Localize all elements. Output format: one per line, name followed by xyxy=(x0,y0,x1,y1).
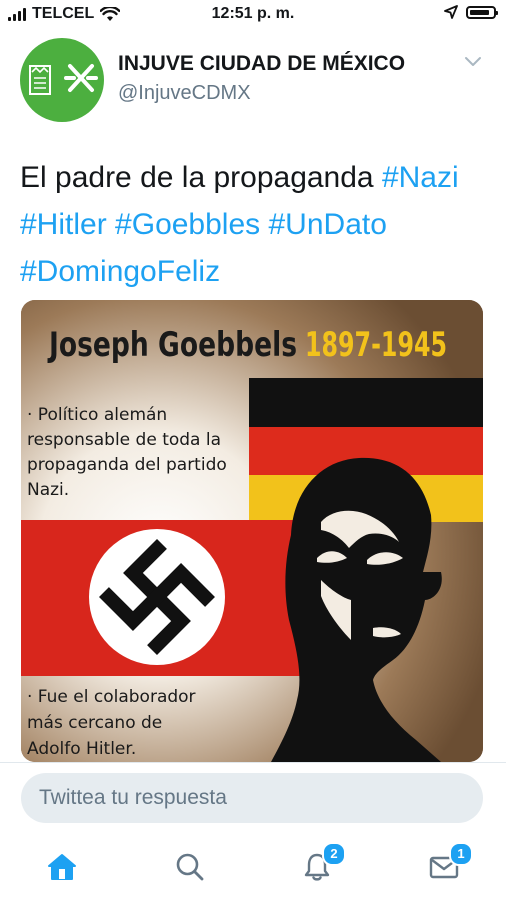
hashtag-nazi[interactable]: #Nazi xyxy=(382,161,459,194)
tweet-text: El padre de la propaganda #Nazi #Hitler #… xyxy=(20,154,490,295)
notifications-badge: 2 xyxy=(322,842,346,866)
hashtag-hitler[interactable]: #Hitler xyxy=(20,208,107,241)
tab-bar: 2 1 xyxy=(0,834,506,900)
tab-search[interactable] xyxy=(160,844,220,890)
avatar-logo xyxy=(29,64,98,95)
media-title-years: 1897-1945 xyxy=(305,325,447,365)
avatar[interactable] xyxy=(20,38,104,122)
author-name[interactable]: INJUVE CIUDAD DE MÉXICO xyxy=(118,52,405,76)
status-time: 12:51 p. m. xyxy=(211,5,295,22)
author-handle[interactable]: @InjuveCDMX xyxy=(118,82,251,105)
home-icon xyxy=(48,854,76,880)
status-right xyxy=(444,5,498,19)
tweet-header: INJUVE CIUDAD DE MÉXICO @InjuveCDMX xyxy=(20,38,486,122)
hashtag-undato[interactable]: #UnDato xyxy=(269,208,387,241)
reply-input[interactable] xyxy=(21,773,483,823)
tab-home[interactable] xyxy=(32,844,92,890)
battery-icon xyxy=(466,5,498,19)
messages-badge: 1 xyxy=(449,842,473,866)
location-arrow-icon xyxy=(444,5,458,19)
tab-notifications[interactable]: 2 xyxy=(287,842,347,890)
media-illustration: Joseph Goebbels 1897-1945 · Político ale… xyxy=(21,300,483,762)
chevron-down-icon[interactable] xyxy=(464,56,482,68)
tab-messages[interactable]: 1 xyxy=(414,842,474,890)
reply-bar xyxy=(0,762,506,835)
search-icon xyxy=(176,853,204,881)
media-title-name: Joseph Goebbels xyxy=(47,325,297,365)
hashtag-domingofeliz[interactable]: #DomingoFeliz xyxy=(20,255,220,288)
hashtag-goebbles[interactable]: #Goebbles xyxy=(115,208,260,241)
tweet-text-body: El padre de la propaganda xyxy=(20,161,382,194)
tweet-media-image[interactable]: Joseph Goebbels 1897-1945 · Político ale… xyxy=(21,300,483,762)
status-bar: TELCEL 12:51 p. m. xyxy=(0,0,506,30)
